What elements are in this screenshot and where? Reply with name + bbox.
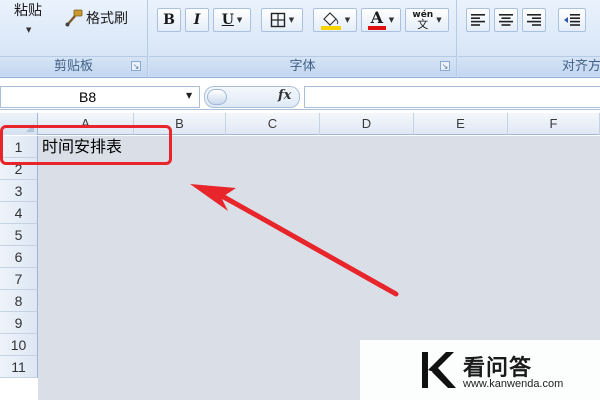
font-dialog-launcher-icon[interactable]: ↘ [440,61,450,71]
row-headers: 1 2 3 4 5 6 7 8 9 10 11 [0,136,38,400]
phonetic-guide-button[interactable]: wén 文 ▼ [405,8,449,32]
align-center-icon [499,14,513,26]
formula-bar-knob-icon [207,89,227,105]
formula-input[interactable] [304,86,600,108]
formula-bar: B8 ▼ fx [0,84,600,110]
align-right-icon [527,14,541,26]
align-right-button[interactable] [522,8,546,32]
bold-button[interactable]: B [157,8,181,32]
row-header-8[interactable]: 8 [0,290,38,312]
annotation-highlight-box [0,125,172,165]
phonetic-dropdown-icon: ▼ [436,16,442,24]
watermark: 看问答 www.kanwenda.com [360,340,600,400]
bold-label: B [163,12,175,28]
row-header-4[interactable]: 4 [0,202,38,224]
font-color-label: A [370,8,383,27]
column-header-c[interactable]: C [226,113,320,135]
font-color-icon: A [367,8,386,30]
kanwenda-logo-icon [422,352,456,388]
format-painter-button[interactable]: 格式刷 [64,8,128,28]
align-left-button[interactable] [466,8,490,32]
align-center-button[interactable] [494,8,518,32]
row-header-11[interactable]: 11 [0,356,38,378]
name-box[interactable]: B8 [0,86,200,108]
clipboard-dialog-launcher-icon[interactable]: ↘ [131,61,141,71]
row-header-6[interactable]: 6 [0,246,38,268]
clipboard-group-label: 剪贴板 [0,56,147,76]
paste-label: 粘贴 [14,3,42,19]
row-header-9[interactable]: 9 [0,312,38,334]
name-box-value: B8 [79,89,97,105]
column-header-e[interactable]: E [414,113,508,135]
row-header-10[interactable]: 10 [0,334,38,356]
font-color-dropdown-icon: ▼ [388,16,395,24]
alignment-group: 对齐方 [458,0,600,78]
underline-button[interactable]: U ▼ [213,8,251,32]
paste-button[interactable]: 粘贴 ▼ [6,0,52,52]
fill-color-dropdown-icon: ▼ [344,16,351,24]
italic-button[interactable]: I [185,8,209,32]
alignment-group-label: 对齐方 [458,56,600,76]
paint-bucket-icon [320,12,341,30]
fill-color-button[interactable]: ▼ [313,8,357,32]
row-header-7[interactable]: 7 [0,268,38,290]
decrease-indent-button[interactable] [558,8,586,32]
insert-function-icon[interactable]: fx [278,88,291,103]
column-header-f[interactable]: F [508,113,600,135]
borders-icon [270,12,285,28]
underline-label: U [221,12,234,28]
phonetic-icon: wén 文 [412,10,433,30]
clipboard-group: 粘贴 ▼ 格式刷 剪贴板 ↘ [0,0,148,78]
row-header-5[interactable]: 5 [0,224,38,246]
borders-dropdown-icon: ▼ [288,16,295,24]
paste-dropdown-icon: ▼ [26,26,32,34]
ribbon: 粘贴 ▼ 格式刷 剪贴板 ↘ B I U ▼ ▼ ▼ A ▼ wén 文 ▼ 字… [0,0,600,78]
row-header-3[interactable]: 3 [0,180,38,202]
watermark-url: www.kanwenda.com [463,378,564,390]
align-left-icon [471,14,485,26]
font-color-button[interactable]: A ▼ [361,8,401,32]
alignment-group-label-text: 对齐方 [562,59,600,74]
underline-dropdown-icon: ▼ [236,16,243,24]
name-box-dropdown-icon[interactable]: ▼ [186,91,192,100]
font-group-label: 字体 [149,56,456,76]
format-painter-label: 格式刷 [86,11,128,27]
column-header-d[interactable]: D [320,113,414,135]
italic-label: I [193,12,201,28]
phonetic-bottom-label: 文 [417,18,429,31]
borders-button[interactable]: ▼ [261,8,303,32]
font-group: B I U ▼ ▼ ▼ A ▼ wén 文 ▼ 字体 ↘ [149,0,457,78]
paintbrush-icon [65,9,83,27]
decrease-indent-icon [564,14,580,26]
